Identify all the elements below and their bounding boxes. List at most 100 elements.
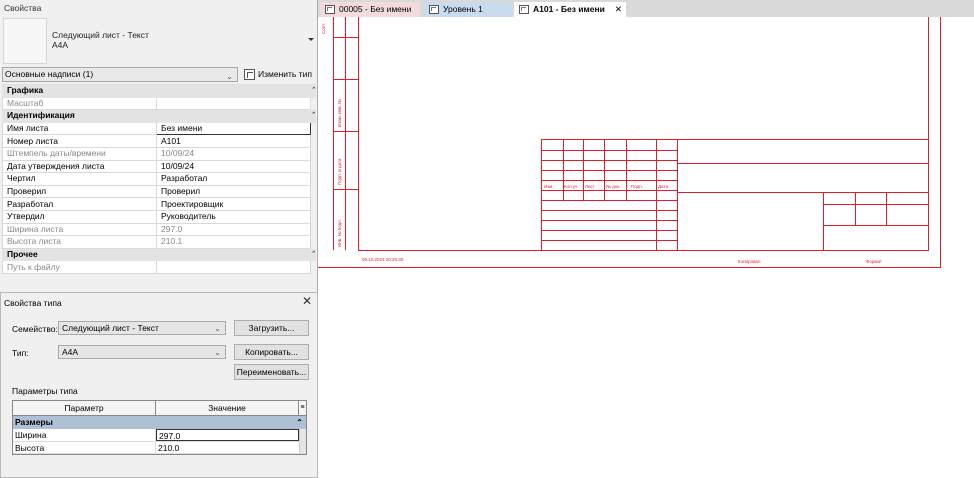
group-label: Размеры bbox=[15, 417, 53, 427]
property-group-header[interactable]: Идентификация⌃ bbox=[2, 109, 316, 123]
type-parameters-label: Параметры типа bbox=[12, 386, 78, 396]
side-column-line bbox=[333, 37, 359, 38]
side-column-line bbox=[345, 17, 346, 250]
property-label: Путь к файлу bbox=[2, 260, 157, 274]
property-value[interactable]: 10/09/24 bbox=[156, 159, 311, 174]
property-value[interactable]: Руководитель bbox=[156, 209, 311, 224]
grid-header: Параметр Значение ≡ bbox=[13, 401, 306, 416]
column-header-parameter[interactable]: Параметр bbox=[13, 401, 156, 415]
property-group-header[interactable]: Графика⌃ bbox=[2, 84, 316, 98]
stamp-line bbox=[823, 225, 929, 226]
parameter-row: Ширина 297.0 bbox=[13, 429, 306, 442]
property-row: Высота листа 210.1 bbox=[2, 235, 316, 249]
row-gutter bbox=[310, 121, 316, 136]
row-gutter bbox=[310, 260, 316, 274]
family-combo-value: Следующий лист - Текст bbox=[62, 323, 159, 333]
stamp-line bbox=[541, 160, 677, 161]
parameter-value[interactable]: 297.0 bbox=[156, 429, 299, 441]
copied-text: Копировал bbox=[738, 259, 761, 264]
property-label: Дата утверждения листа bbox=[2, 159, 157, 174]
timestamp-text: 09.10.2024 20:25:30 bbox=[362, 257, 404, 262]
type-properties-dialog: Свойства типа ✕ Семейство: Следующий лис… bbox=[0, 292, 318, 478]
copy-button[interactable]: Копировать... bbox=[234, 344, 309, 360]
chevron-down-icon: ⌄ bbox=[226, 72, 233, 81]
stamp-line bbox=[541, 210, 677, 211]
property-value[interactable]: A101 bbox=[156, 134, 311, 148]
sheet-right-edge bbox=[940, 17, 941, 267]
chevron-down-icon: ⌄ bbox=[214, 324, 221, 333]
sheet-drawing-canvas[interactable]: Согл. Взам. инв. № Подп. и дата Инв. № п… bbox=[318, 17, 974, 478]
properties-panel: Свойства Следующий лист - Текст A4A Осно… bbox=[0, 0, 318, 292]
side-column-line bbox=[333, 17, 334, 250]
row-gutter bbox=[310, 197, 316, 211]
property-row: Ширина листа 297.0 bbox=[2, 222, 316, 237]
frame-right-line bbox=[928, 17, 929, 250]
collapse-icon[interactable]: ⌃ bbox=[310, 84, 316, 98]
group-name: Графика bbox=[2, 84, 311, 98]
stamp-line bbox=[541, 230, 677, 231]
column-menu-icon[interactable]: ≡ bbox=[299, 401, 306, 415]
property-label: Разработал bbox=[2, 197, 157, 211]
row-gutter bbox=[310, 235, 316, 249]
row-gutter bbox=[310, 96, 316, 111]
property-row: Номер листа A101 bbox=[2, 134, 316, 148]
collapse-icon[interactable]: ⌃ bbox=[310, 109, 316, 123]
view-tab[interactable]: Уровень 1 bbox=[424, 2, 512, 17]
rename-button[interactable]: Переименовать... bbox=[234, 364, 309, 380]
side-label-agreed: Согл. bbox=[321, 22, 326, 34]
stamp-line bbox=[541, 240, 677, 241]
frame-bottom-line bbox=[358, 250, 929, 251]
row-gutter bbox=[310, 134, 316, 148]
property-value[interactable]: Разработал bbox=[156, 172, 311, 186]
side-label-inv-number: Инв. № подл. bbox=[337, 218, 342, 247]
parameter-row: Высота 210.0 bbox=[13, 441, 306, 454]
type-selector[interactable]: Следующий лист - Текст A4A bbox=[52, 30, 149, 50]
property-label: Чертил bbox=[2, 172, 157, 186]
row-gutter bbox=[310, 159, 316, 174]
edit-type-label: Изменить тип bbox=[258, 69, 312, 79]
stamp-line bbox=[541, 220, 677, 221]
parameter-value[interactable]: 210.0 bbox=[156, 442, 299, 454]
collapse-icon[interactable]: ⌃ bbox=[296, 416, 303, 429]
property-value bbox=[156, 96, 311, 111]
stamp-line bbox=[677, 192, 929, 193]
property-row: Масштаб bbox=[2, 96, 316, 111]
stamp-line bbox=[541, 200, 677, 201]
stamp-line bbox=[823, 192, 824, 251]
property-label: Высота листа bbox=[2, 235, 157, 249]
property-value[interactable]: Без имени bbox=[156, 121, 311, 136]
collapse-icon[interactable]: ⌃ bbox=[310, 247, 316, 262]
property-value[interactable]: Проверил bbox=[156, 184, 311, 199]
property-value[interactable]: Проектировщик bbox=[156, 197, 311, 211]
instance-filter-label: Основные надписи (1) bbox=[5, 69, 94, 79]
close-icon[interactable]: ✕ bbox=[302, 294, 312, 308]
property-label: Имя листа bbox=[2, 121, 157, 136]
property-row: Проверил Проверил bbox=[2, 184, 316, 199]
stamp-line bbox=[541, 170, 677, 171]
property-row: Утвердил Руководитель bbox=[2, 209, 316, 224]
column-header-value[interactable]: Значение bbox=[156, 401, 299, 415]
stamp-header-text: Дата bbox=[658, 184, 668, 189]
property-value bbox=[156, 260, 311, 274]
property-group-header[interactable]: Прочее⌃ bbox=[2, 247, 316, 262]
group-row-dimensions[interactable]: Размеры ⌃ bbox=[13, 416, 306, 429]
edit-type-button[interactable]: Изменить тип bbox=[242, 67, 314, 82]
stamp-header-text: Изм. bbox=[544, 184, 554, 189]
property-row: Разработал Проектировщик bbox=[2, 197, 316, 211]
family-combo[interactable]: Следующий лист - Текст ⌄ bbox=[58, 321, 226, 335]
view-icon bbox=[325, 5, 335, 14]
properties-grid: Графика⌃МасштабИдентификация⌃Имя листаБе… bbox=[2, 84, 316, 274]
type-selector-dropdown-icon[interactable] bbox=[308, 38, 314, 41]
stamp-header-text: Кол.уч bbox=[564, 184, 578, 189]
view-tab[interactable]: A101 - Без имени ✕ bbox=[514, 2, 626, 17]
side-label-sign-date: Подп. и дата bbox=[337, 158, 342, 185]
load-button[interactable]: Загрузить... bbox=[234, 320, 309, 336]
instance-filter-dropdown[interactable]: Основные надписи (1) ⌄ bbox=[2, 67, 238, 82]
format-text: Формат bbox=[866, 259, 882, 264]
type-parameters-grid: Параметр Значение ≡ Размеры ⌃ Ширина 297.… bbox=[12, 400, 307, 455]
sheet-bottom-edge bbox=[318, 267, 941, 268]
close-tab-icon[interactable]: ✕ bbox=[615, 2, 622, 17]
type-combo[interactable]: A4A ⌄ bbox=[58, 345, 226, 359]
properties-title: Свойства bbox=[4, 3, 42, 13]
view-tab[interactable]: 00005 - Без имени bbox=[320, 2, 420, 17]
